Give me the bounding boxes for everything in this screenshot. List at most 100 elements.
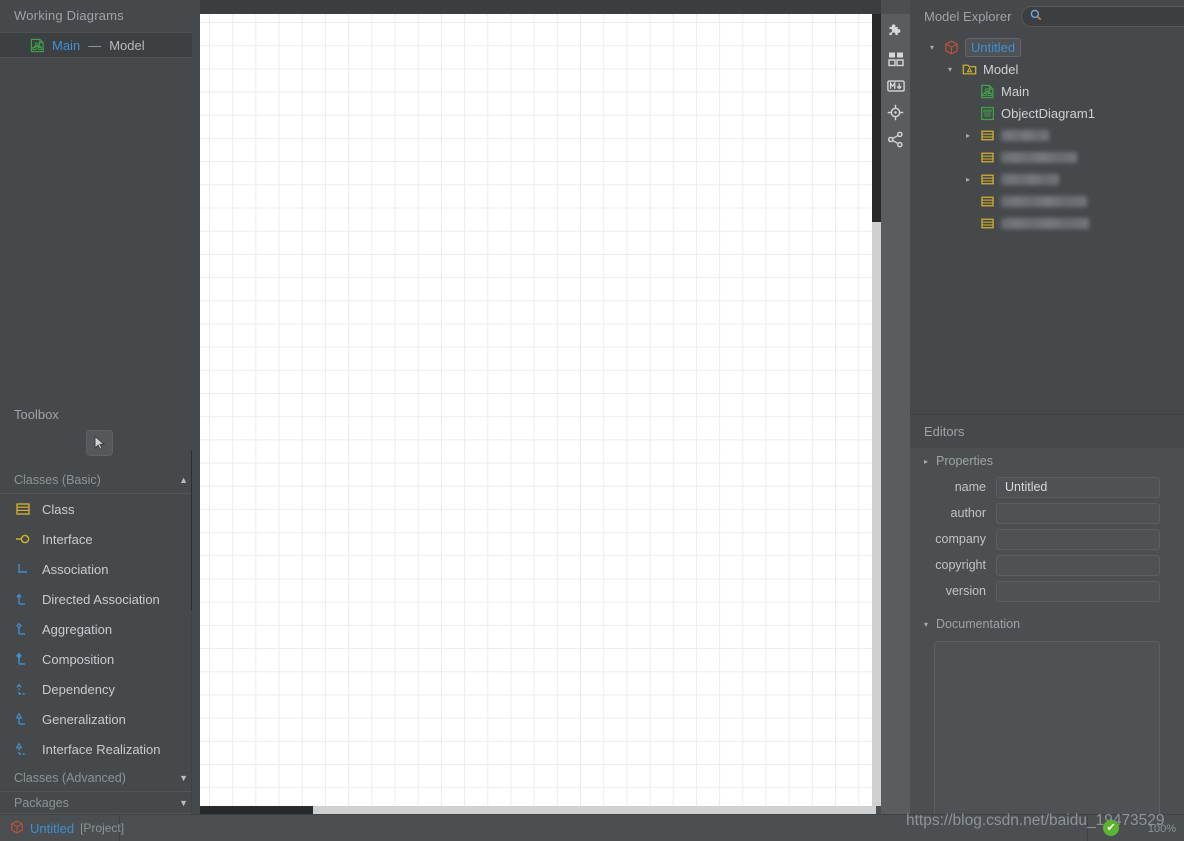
model-explorer-header: Model Explorer <box>910 0 1184 32</box>
tree-label-redacted <box>1001 129 1049 141</box>
tool-item-association[interactable]: Association <box>0 554 200 584</box>
class-icon <box>979 171 996 188</box>
properties-section-toggle[interactable]: ▸ Properties <box>910 448 1184 474</box>
toolbox-group-classes-basic[interactable]: Classes (Basic) ▲ <box>0 466 200 494</box>
status-zoom-level[interactable]: 100% <box>1148 823 1176 835</box>
tree-label: Untitled <box>965 37 1022 57</box>
tool-item-dependency[interactable]: Dependency <box>0 674 200 704</box>
tool-item-directed-association[interactable]: Directed Association <box>0 584 200 614</box>
chevron-down-icon[interactable]: ▾ <box>944 65 956 74</box>
share-icon[interactable] <box>881 126 910 153</box>
chevron-down-icon[interactable]: ▾ <box>926 43 938 52</box>
tool-item-interface[interactable]: Interface <box>0 524 200 554</box>
property-input-author[interactable] <box>996 502 1160 524</box>
working-diagram-name: Main <box>52 37 81 53</box>
target-icon[interactable] <box>881 99 910 126</box>
documentation-section-toggle[interactable]: ▾ Documentation <box>910 611 1184 637</box>
tree-row-redacted[interactable] <box>910 212 1184 234</box>
markdown-icon[interactable] <box>881 72 910 99</box>
property-label: company <box>935 532 986 546</box>
class-diagram-icon <box>28 36 46 54</box>
model-explorer-tree[interactable]: ▾ Untitled ▾ Model Main ObjectDiagram1 ▸… <box>910 36 1184 414</box>
property-row-author: author <box>910 500 1184 526</box>
tree-label-redacted <box>1001 151 1077 163</box>
documentation-textarea[interactable] <box>934 641 1160 826</box>
tree-row-main[interactable]: Main <box>910 80 1184 102</box>
property-input-company[interactable] <box>996 528 1160 550</box>
interface-icon <box>14 530 32 548</box>
search-input[interactable] <box>1047 9 1184 23</box>
toolbox-group-label: Classes (Basic) <box>14 472 101 487</box>
working-diagram-kind: Model <box>109 37 145 53</box>
editors-header: Editors <box>910 414 1184 448</box>
tool-item-label: Aggregation <box>42 621 113 637</box>
model-icon <box>961 61 978 78</box>
tree-row-objectdiagram1[interactable]: ObjectDiagram1 <box>910 102 1184 124</box>
generalization-icon <box>14 710 32 728</box>
status-right-group: 100% <box>1148 815 1184 841</box>
composition-icon <box>14 650 32 668</box>
class-diagram-icon <box>979 83 996 100</box>
tree-row-model[interactable]: ▾ Model <box>910 58 1184 80</box>
chevron-down-icon: ▼ <box>179 797 188 808</box>
property-row-copyright: copyright <box>910 552 1184 578</box>
property-input-version[interactable] <box>996 580 1160 602</box>
property-row-company: company <box>910 526 1184 552</box>
tool-item-label: Composition <box>42 651 115 667</box>
right-icon-toolbar <box>881 14 910 814</box>
property-label: name <box>954 480 986 494</box>
canvas-top-strip <box>200 0 881 14</box>
toolbox-group-packages[interactable]: Packages ▼ <box>0 792 200 814</box>
working-diagram-dash: — <box>88 37 102 53</box>
tree-row-redacted[interactable]: ▸ <box>910 124 1184 146</box>
chevron-right-icon[interactable]: ▸ <box>962 175 974 184</box>
project-icon <box>943 39 960 56</box>
tool-item-class[interactable]: Class <box>0 494 200 524</box>
right-panel: Model Explorer ▾ Untitled ▾ Model Main O… <box>910 0 1184 826</box>
chevron-down-icon: ▾ <box>924 619 929 629</box>
working-diagram-item-main[interactable]: Main — Model <box>0 32 200 58</box>
toolbox-group-classes-advanced[interactable]: Classes (Advanced) ▼ <box>0 764 200 792</box>
staruml-window: Working Diagrams Main — Model Toolbox Cl… <box>0 0 1184 841</box>
chevron-right-icon: ▸ <box>924 456 929 466</box>
tool-item-composition[interactable]: Composition <box>0 644 200 674</box>
class-icon <box>979 127 996 144</box>
tool-item-label: Interface <box>42 531 93 547</box>
tool-item-label: Directed Association <box>42 591 160 607</box>
interface-realization-icon <box>14 740 32 758</box>
layout-grid-icon[interactable] <box>881 45 910 72</box>
diagram-canvas[interactable] <box>200 14 876 806</box>
chevron-down-icon: ▼ <box>179 772 188 783</box>
tree-row-redacted[interactable]: ▸ <box>910 168 1184 190</box>
status-bar: Untitled [Project] 100% <box>0 814 1184 841</box>
property-input-copyright[interactable] <box>996 554 1160 576</box>
object-diagram-icon <box>979 105 996 122</box>
tree-row-redacted[interactable] <box>910 190 1184 212</box>
pointer-tool-row <box>0 430 200 466</box>
tool-item-interface-realization[interactable]: Interface Realization <box>0 734 200 764</box>
class-icon <box>14 500 32 518</box>
tree-row-untitled[interactable]: ▾ Untitled <box>910 36 1184 58</box>
directed-association-icon <box>14 590 32 608</box>
tree-row-redacted[interactable] <box>910 146 1184 168</box>
canvas-vertical-scrollbar-thumb[interactable] <box>872 14 881 222</box>
property-label: copyright <box>935 558 986 572</box>
property-input-name[interactable]: Untitled <box>996 476 1160 498</box>
tool-item-aggregation[interactable]: Aggregation <box>0 614 200 644</box>
chevron-right-icon[interactable]: ▸ <box>962 131 974 140</box>
class-icon <box>979 215 996 232</box>
property-row-name: name Untitled <box>910 474 1184 500</box>
status-project[interactable]: Untitled [Project] <box>0 814 124 841</box>
toolbox-group-label: Packages <box>14 795 69 810</box>
tree-label: Model <box>983 61 1019 77</box>
pointer-tool[interactable] <box>86 430 113 456</box>
tool-item-generalization[interactable]: Generalization <box>0 704 200 734</box>
extension-icon[interactable] <box>881 18 910 45</box>
aggregation-icon <box>14 620 32 638</box>
property-row-version: version <box>910 578 1184 604</box>
tool-item-label: Interface Realization <box>42 741 161 757</box>
documentation-section-title: Documentation <box>936 617 1021 631</box>
model-explorer-search[interactable] <box>1021 5 1184 27</box>
model-explorer-title: Model Explorer <box>924 8 1012 24</box>
class-icon <box>979 149 996 166</box>
